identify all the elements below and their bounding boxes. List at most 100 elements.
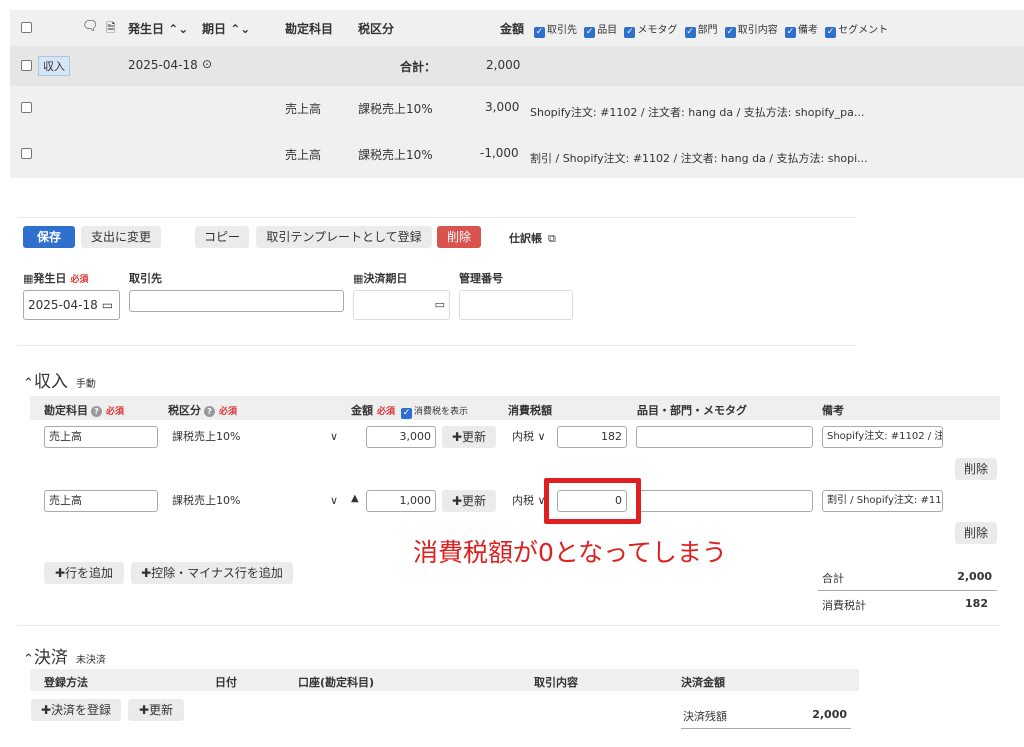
col-date: 日付 (215, 676, 237, 689)
account-cell: 売上高 (285, 148, 322, 162)
plus-icon: ✚ (451, 430, 463, 444)
mode-label: 手動 (75, 379, 96, 390)
tax-cell: 課税売上10% (358, 148, 433, 162)
required-badge: 必須 (70, 275, 89, 285)
select-all-checkbox[interactable] (21, 22, 32, 33)
account-header: 勘定科目 (285, 22, 334, 36)
annotation-text: 消費税額が0となってしまう (413, 538, 727, 567)
divider (818, 590, 997, 591)
update-button[interactable]: ✚更新 (442, 490, 496, 512)
col-account: 勘定科目? 必須 (44, 404, 125, 417)
calendar-icon: ▭ (434, 298, 445, 311)
amount-cell: -1,000 (480, 146, 519, 160)
col-amount: 金額 必須 ✓ 消費税を表示 (351, 404, 469, 419)
items-input[interactable] (636, 490, 813, 512)
type-badge: 収入 (38, 56, 70, 76)
delete-button[interactable]: 削除 (437, 226, 481, 248)
tax-amount-input[interactable]: 182 (557, 426, 627, 448)
register-template-button[interactable]: 取引テンプレートとして登録 (256, 226, 432, 248)
show-tax-checkbox[interactable]: ✓ (401, 408, 413, 419)
issue-date-input[interactable]: 2025-04-18 ▭ (23, 290, 120, 320)
col-content: 取引内容 (534, 676, 578, 689)
column-toggle[interactable]: ✓ 品目 (584, 25, 617, 38)
chevron-down-icon: ∨ (329, 430, 338, 443)
tax-total-value: 182 (965, 597, 988, 610)
tax-select[interactable]: 課税売上10% ∨ (168, 490, 340, 512)
account-input[interactable]: 売上高 (44, 426, 158, 448)
partner-input[interactable] (129, 290, 344, 312)
comment-icon: 🗨 (82, 19, 99, 34)
col-memo: 備考 (822, 404, 844, 417)
divider (18, 217, 856, 218)
tax-cell: 課税売上10% (358, 102, 433, 116)
memo-input[interactable]: Shopify注文: #1102 / 注: (822, 426, 943, 448)
due-date-header[interactable]: 期日 ⌃⌄ (202, 20, 250, 37)
issue-date-label: ▦発生日 必須 (23, 272, 89, 285)
amount-input[interactable]: 1,000 (366, 490, 436, 512)
add-row-button[interactable]: ✚行を追加 (44, 562, 124, 584)
memo-cell: 割引 / Shopify注文: #1102 / 注文者: hang da / 支… (530, 152, 868, 165)
register-settlement-button[interactable]: ✚決済を登録 (31, 699, 121, 721)
plus-icon: ✚ (141, 566, 152, 580)
collapse-icon: ⌃ (23, 376, 34, 391)
tax-select[interactable]: 課税売上10% ∨ (168, 426, 340, 448)
settlement-section-title[interactable]: ⌃決済 未決済 (23, 643, 106, 668)
total-value: 2,000 (957, 570, 992, 583)
row-checkbox[interactable] (21, 60, 32, 71)
col-settle-amount: 決済金額 (681, 676, 725, 689)
mgmt-no-input[interactable] (459, 290, 573, 320)
total-label: 合計： (400, 60, 437, 74)
delete-row-button[interactable]: 削除 (955, 458, 997, 480)
col-tax-amount: 消費税額 (508, 404, 552, 417)
plus-icon: ✚ (138, 703, 150, 717)
table-row[interactable]: 売上高 課税売上10% 3,000 Shopify注文: #1102 / 注文者… (10, 86, 1024, 132)
due-date-input[interactable]: ▭ (353, 290, 450, 320)
issue-date-header[interactable]: 発生日 ⌃⌄ (128, 20, 188, 37)
save-button[interactable]: 保存 (23, 226, 75, 248)
table-row[interactable]: 収入 2025-04-18 ⊙ 合計： 2,000 (10, 46, 1024, 86)
row-checkbox[interactable] (21, 148, 32, 159)
plus-icon: ✚ (54, 566, 66, 580)
row-checkbox[interactable] (21, 102, 32, 113)
mgmt-no-label: 管理番号 (459, 272, 503, 285)
update-button[interactable]: ✚更新 (442, 426, 496, 448)
column-toggle[interactable]: ✓ セグメント (825, 25, 888, 38)
amount-header: 金額 (500, 22, 525, 36)
column-toggle[interactable]: ✓ 取引先 (534, 25, 577, 38)
column-toggle[interactable]: ✓ 備考 (784, 25, 818, 38)
plus-icon: ✚ (40, 703, 52, 717)
column-toggle[interactable]: ✓ 部門 (684, 25, 718, 38)
add-minus-row-button[interactable]: ✚控除・マイナス行を追加 (131, 562, 293, 584)
collapse-icon: ⌃ (23, 652, 34, 667)
help-icon[interactable]: ? (204, 406, 215, 417)
delete-row-button[interactable]: 削除 (955, 522, 997, 544)
column-toggle[interactable]: ✓ メモタグ (624, 25, 677, 38)
highlight-box (544, 478, 641, 524)
column-toggle[interactable]: ✓ 取引内容 (724, 25, 778, 38)
balance-label: 決済残額 (683, 710, 727, 723)
amount-input[interactable]: 3,000 (366, 426, 436, 448)
journal-link[interactable]: 仕訳帳 ⧉ (509, 230, 556, 246)
memo-cell: Shopify注文: #1102 / 注文者: hang da / 支払方法: … (530, 106, 865, 119)
income-section-title[interactable]: ⌃収入 手動 (23, 367, 96, 392)
plus-icon: ✚ (451, 494, 463, 508)
chevron-down-icon: ∨ (329, 494, 338, 507)
tax-header: 税区分 (358, 22, 395, 36)
memo-input[interactable]: 割引 / Shopify注文: #110 (822, 490, 943, 512)
divider (18, 345, 856, 346)
chevron-down-icon: ∨ (537, 430, 546, 443)
table-header-row: 🗨 🗎 発生日 ⌃⌄ 期日 ⌃⌄ 勘定科目 税区分 金額 ✓ 取引先 ✓ 品目 ✓ メ… (10, 10, 1024, 46)
calendar-icon: ▦ (353, 272, 364, 285)
change-to-expense-button[interactable]: 支出に変更 (81, 226, 161, 248)
calendar-icon: ▭ (101, 298, 114, 312)
items-input[interactable] (636, 426, 813, 448)
total-label: 合計 (822, 572, 844, 585)
account-input[interactable]: 売上高 (44, 490, 158, 512)
help-icon[interactable]: ? (91, 406, 102, 417)
col-tax: 税区分? 必須 (168, 404, 238, 417)
tax-mode-select[interactable]: 内税 ∨ (508, 426, 552, 448)
table-row[interactable]: 売上高 課税売上10% -1,000 割引 / Shopify注文: #1102… (10, 132, 1024, 178)
column-toggles: ✓ 取引先 ✓ 品目 ✓ メモタグ ✓ 部門 ✓ 取引内容 ✓ 備考 ✓ セグメント (534, 21, 888, 38)
copy-button[interactable]: コピー (195, 226, 249, 248)
settlement-update-button[interactable]: ✚更新 (128, 699, 184, 721)
